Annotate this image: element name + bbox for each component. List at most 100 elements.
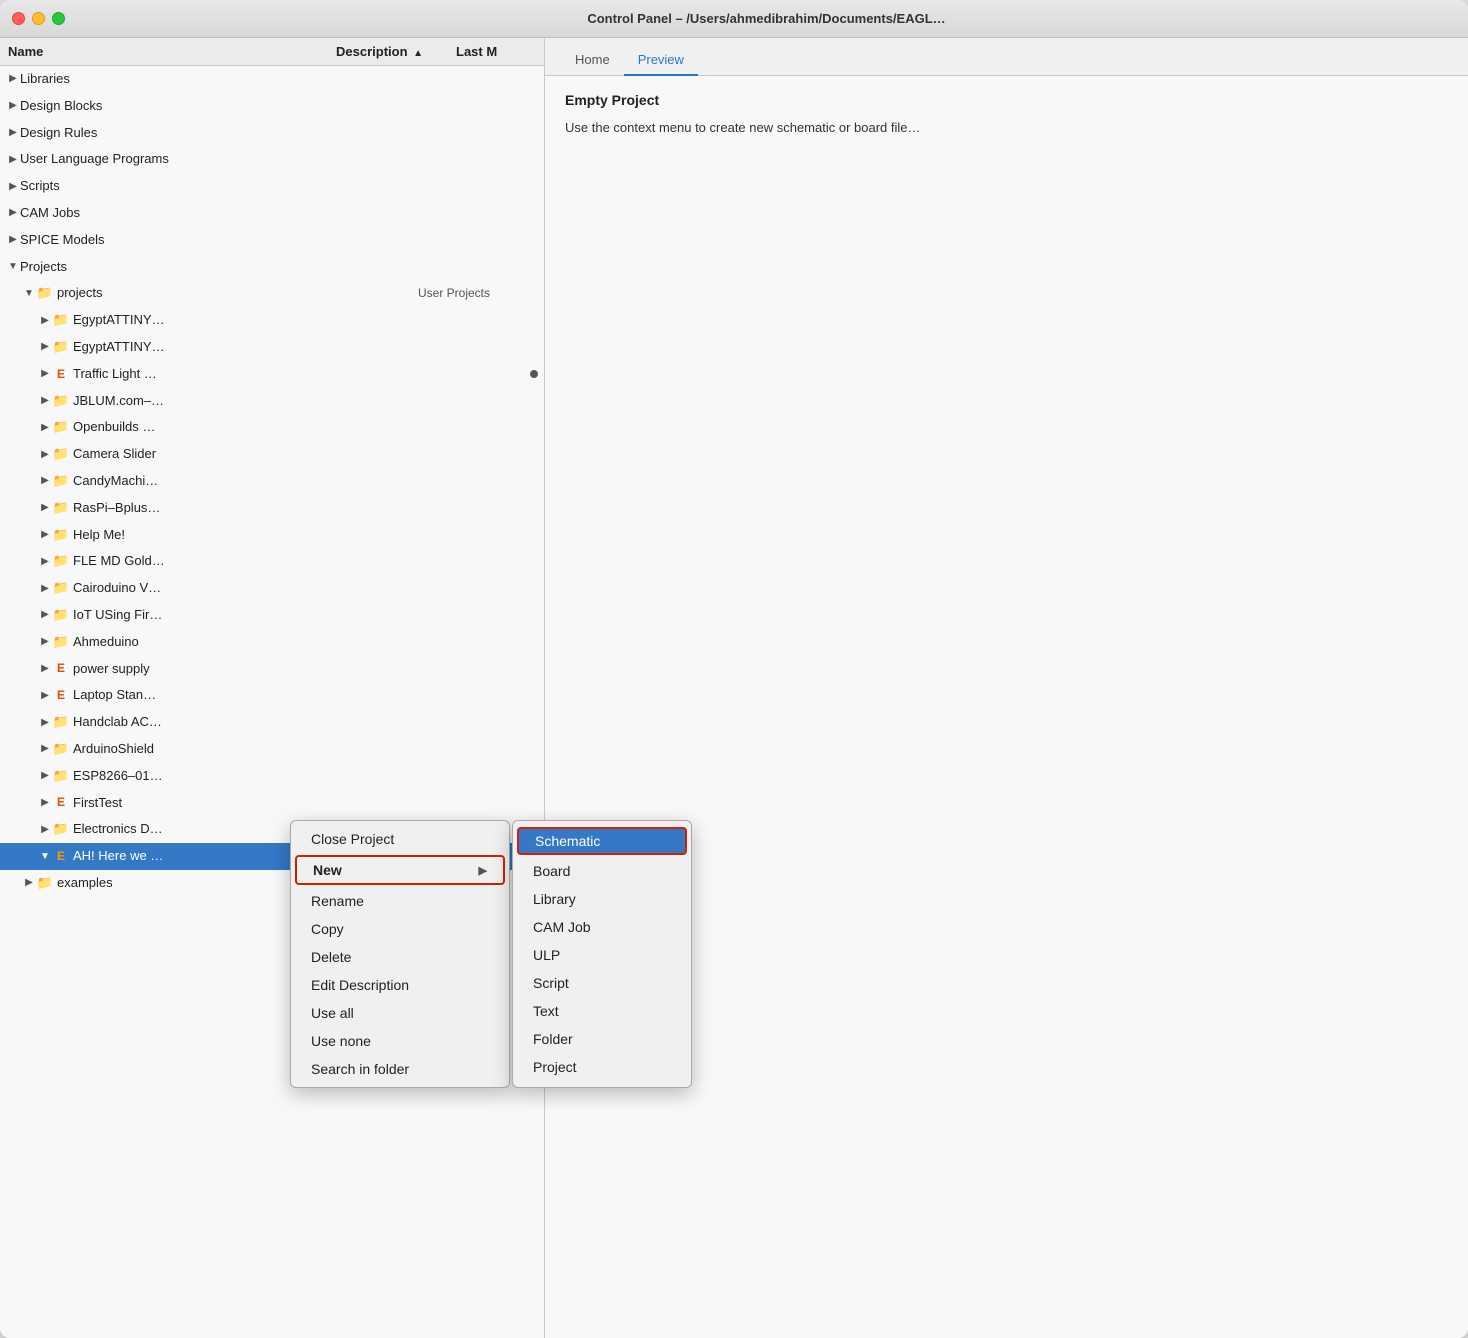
tree-item-cairoduino[interactable]: ▶ 📁 Cairoduino V… [0,575,544,602]
tree-item-iot-using-fir[interactable]: ▶ 📁 IoT USing Fir… [0,602,544,629]
arrow-icon: ▶ [6,71,20,87]
tree-item-egypt-attiny-1[interactable]: ▶ 📁 EgyptATTINY… [0,307,544,334]
col-name: Name [8,44,336,59]
tree-item-projects[interactable]: ▼ Projects [0,254,544,281]
arrow-icon: ▶ [38,527,52,543]
menu-item-use-all[interactable]: Use all [291,999,509,1027]
arrow-icon: ▶ [6,179,20,195]
close-button[interactable] [12,12,25,25]
tree-item-raspi-bplus[interactable]: ▶ 📁 RasPi–Bplus… [0,495,544,522]
arrow-icon: ▼ [22,286,36,302]
maximize-button[interactable] [52,12,65,25]
folder-icon: 📁 [52,498,70,519]
col-description: Description ▲ [336,44,456,59]
tree-item-design-blocks[interactable]: ▶ Design Blocks [0,93,544,120]
arrow-icon: ▶ [38,768,52,784]
submenu-item-project[interactable]: Project [513,1053,691,1081]
submenu-item-library[interactable]: Library [513,885,691,913]
arrow-icon: ▼ [6,259,20,275]
folder-icon: 📁 [52,391,70,412]
tree-item-power-supply[interactable]: ▶ E power supply [0,656,544,683]
submenu-item-schematic[interactable]: Schematic [517,827,687,855]
submenu-item-ulp[interactable]: ULP [513,941,691,969]
arrow-icon: ▶ [38,741,52,757]
arrow-icon: ▶ [38,339,52,355]
arrow-icon: ▶ [38,822,52,838]
tree-item-cam-jobs[interactable]: ▶ CAM Jobs [0,200,544,227]
folder-icon: 📁 [52,739,70,760]
folder-icon: 📁 [52,471,70,492]
preview-content: Empty Project Use the context menu to cr… [545,76,1468,1338]
menu-item-rename[interactable]: Rename [291,887,509,915]
tree-item-libraries[interactable]: ▶ Libraries [0,66,544,93]
tree-item-handclab-ac[interactable]: ▶ 📁 Handclab AC… [0,709,544,736]
arrow-icon: ▶ [38,366,52,382]
folder-icon: 📁 [52,337,70,358]
context-menu-container: Close Project New ▶ Rename Copy Delete E… [290,820,692,1088]
folder-icon: 📁 [52,551,70,572]
tab-bar: Home Preview [545,38,1468,76]
menu-item-use-none[interactable]: Use none [291,1027,509,1055]
menu-item-copy[interactable]: Copy [291,915,509,943]
tree-item-design-rules[interactable]: ▶ Design Rules [0,120,544,147]
eagle-icon: E [52,365,70,384]
menu-item-search-in-folder[interactable]: Search in folder [291,1055,509,1083]
menu-item-delete[interactable]: Delete [291,943,509,971]
traffic-lights [12,12,65,25]
tree-item-help-me[interactable]: ▶ 📁 Help Me! [0,522,544,549]
tree-item-openbuilds[interactable]: ▶ 📁 Openbuilds … [0,414,544,441]
tree-item-esp8266[interactable]: ▶ 📁 ESP8266–01… [0,763,544,790]
folder-icon: 📁 [52,712,70,733]
tree-item-projects-folder[interactable]: ▼ 📁 projects User Projects [0,280,544,307]
folder-icon: 📁 [52,766,70,787]
tree-item-scripts[interactable]: ▶ Scripts [0,173,544,200]
tree-item-spice-models[interactable]: ▶ SPICE Models [0,227,544,254]
menu-item-edit-description[interactable]: Edit Description [291,971,509,999]
tree-item-egypt-attiny-2[interactable]: ▶ 📁 EgyptATTINY… [0,334,544,361]
minimize-button[interactable] [32,12,45,25]
menu-item-close-project[interactable]: Close Project [291,825,509,853]
right-panel: Home Preview Empty Project Use the conte… [545,38,1468,1338]
sort-arrow: ▲ [413,48,423,59]
arrow-icon: ▶ [38,500,52,516]
arrow-icon: ▶ [38,473,52,489]
submenu-item-script[interactable]: Script [513,969,691,997]
submenu-item-folder[interactable]: Folder [513,1025,691,1053]
arrow-icon: ▶ [38,420,52,436]
submenu-arrow-icon: ▶ [479,864,487,877]
tree-item-laptop-stan[interactable]: ▶ E Laptop Stan… [0,682,544,709]
arrow-icon: ▶ [38,313,52,329]
arrow-icon: ▶ [38,661,52,677]
main-window: Control Panel – /Users/ahmedibrahim/Docu… [0,0,1468,1338]
tree-item-traffic-light[interactable]: ▶ E Traffic Light … [0,361,544,388]
submenu-item-cam-job[interactable]: CAM Job [513,913,691,941]
tree-item-ahmeduino[interactable]: ▶ 📁 Ahmeduino [0,629,544,656]
folder-icon: 📁 [52,444,70,465]
tree-item-user-language[interactable]: ▶ User Language Programs [0,146,544,173]
arrow-icon: ▶ [38,607,52,623]
tree-item-firsttest[interactable]: ▶ E FirstTest [0,790,544,817]
tree-item-camera-slider[interactable]: ▶ 📁 Camera Slider [0,441,544,468]
folder-icon: 📁 [52,525,70,546]
folder-icon: 📁 [52,819,70,840]
tree-item-jblum[interactable]: ▶ 📁 JBLUM.com–… [0,388,544,415]
arrow-icon: ▶ [38,554,52,570]
col-last-modified: Last M [456,44,536,59]
window-title: Control Panel – /Users/ahmedibrahim/Docu… [77,11,1456,26]
eagle-icon: E [52,686,70,705]
arrow-icon: ▶ [38,581,52,597]
tab-preview[interactable]: Preview [624,46,698,76]
submenu-item-board[interactable]: Board [513,857,691,885]
arrow-icon: ▶ [22,875,36,891]
submenu-item-text[interactable]: Text [513,997,691,1025]
modified-indicator [530,370,538,378]
arrow-icon: ▶ [6,152,20,168]
title-bar: Control Panel – /Users/ahmedibrahim/Docu… [0,0,1468,38]
folder-icon: 📁 [52,632,70,653]
tab-home[interactable]: Home [561,46,624,76]
tree-item-candy-machi[interactable]: ▶ 📁 CandyMachi… [0,468,544,495]
tree-item-arduinoshield[interactable]: ▶ 📁 ArduinoShield [0,736,544,763]
menu-item-new[interactable]: New ▶ [295,855,505,885]
arrow-icon: ▶ [6,232,20,248]
tree-item-fle-md-gold[interactable]: ▶ 📁 FLE MD Gold… [0,548,544,575]
